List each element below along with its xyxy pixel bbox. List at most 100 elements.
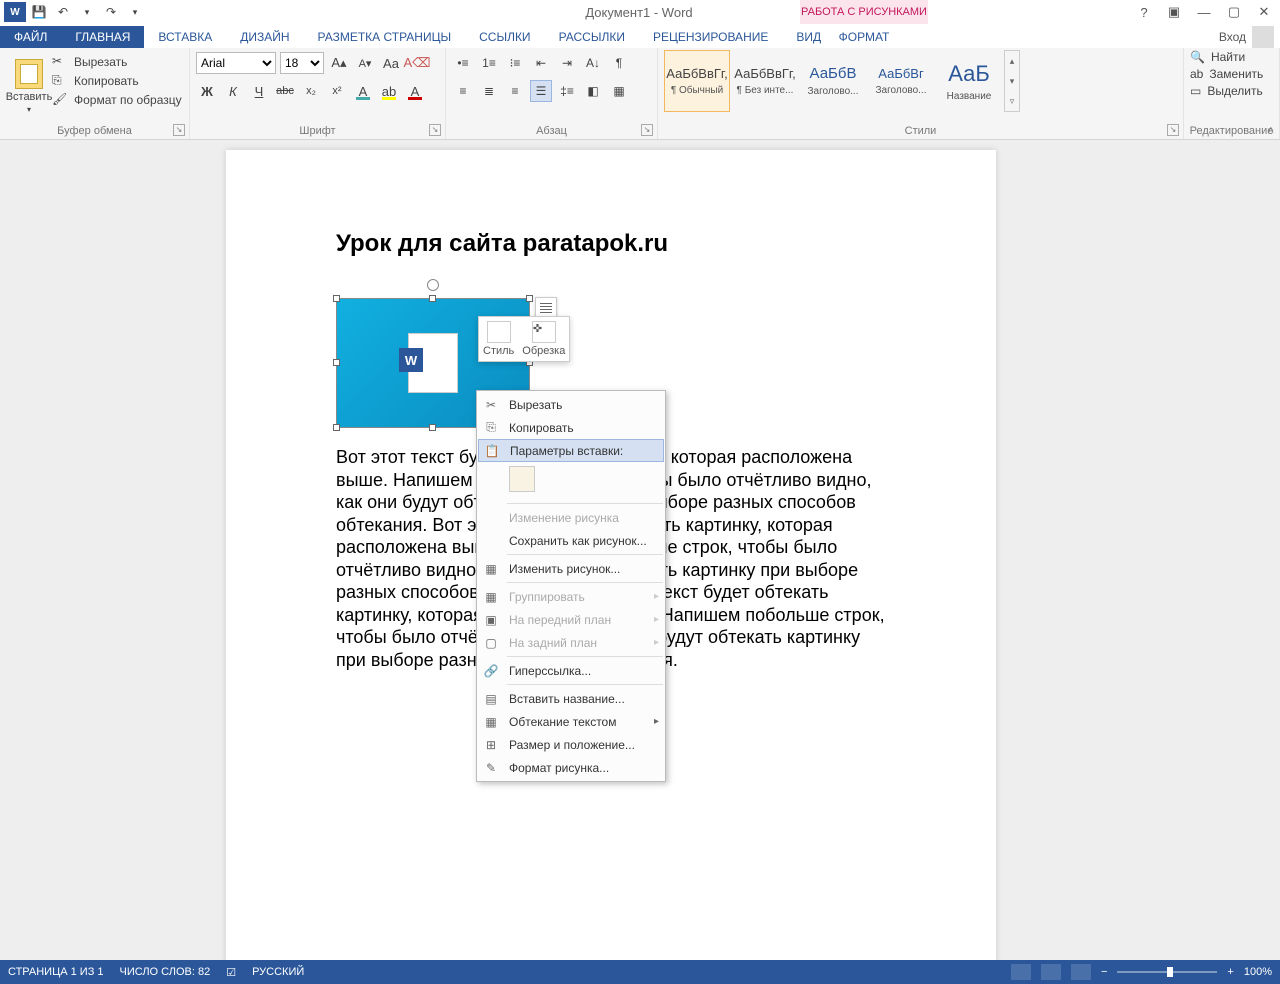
status-page[interactable]: СТРАНИЦА 1 ИЗ 1 (8, 966, 104, 978)
numbering-icon[interactable]: 1≡ (478, 52, 500, 74)
select-button[interactable]: ▭Выделить (1190, 84, 1273, 98)
align-left-icon[interactable]: ≡ (452, 80, 474, 102)
collapse-ribbon-icon[interactable]: ˄ (1268, 125, 1274, 137)
save-icon[interactable]: 💾 (28, 2, 50, 22)
style-no-spacing[interactable]: АаБбВвГг,¶ Без инте... (732, 50, 798, 112)
borders-icon[interactable]: ▦ (608, 80, 630, 102)
minimize-icon[interactable]: — (1192, 2, 1216, 22)
tab-insert[interactable]: ВСТАВКА (144, 26, 226, 48)
styles-scroll[interactable]: ▴▾▿ (1004, 50, 1020, 112)
ctx-save-as-picture[interactable]: Сохранить как рисунок... (477, 529, 665, 552)
status-language[interactable]: РУССКИЙ (252, 966, 304, 978)
tab-review[interactable]: РЕЦЕНЗИРОВАНИЕ (639, 26, 782, 48)
help-icon[interactable]: ? (1132, 2, 1156, 22)
undo-more-icon[interactable]: ▾ (76, 2, 98, 22)
tab-format[interactable]: ФОРМАТ (800, 26, 928, 48)
styles-launcher-icon[interactable]: ↘ (1167, 124, 1179, 136)
tab-file[interactable]: ФАЙЛ (0, 26, 61, 48)
tab-design[interactable]: ДИЗАЙН (226, 26, 303, 48)
shrink-font-icon[interactable]: A▾ (354, 52, 376, 74)
align-right-icon[interactable]: ≡ (504, 80, 526, 102)
redo-icon[interactable]: ↷ (100, 2, 122, 22)
tab-mailings[interactable]: РАССЫЛКИ (545, 26, 639, 48)
login-link[interactable]: Вход (1219, 30, 1246, 44)
resize-handle[interactable] (333, 295, 340, 302)
subscript-button[interactable]: x₂ (300, 80, 322, 102)
ctx-sep (507, 554, 663, 555)
strikethrough-button[interactable]: abc (274, 80, 296, 102)
zoom-in-icon[interactable]: + (1227, 966, 1233, 978)
change-case-icon[interactable]: Aa (380, 52, 402, 74)
style-heading1[interactable]: АаБбВЗаголово... (800, 50, 866, 112)
ctx-hyperlink[interactable]: 🔗Гиперссылка... (477, 659, 665, 682)
paste-keep-formatting-icon[interactable] (509, 466, 535, 492)
ctx-edit-picture[interactable]: ▦Изменить рисунок... (477, 557, 665, 580)
format-painter-button[interactable]: 🖌Формат по образцу (52, 92, 182, 108)
shading-icon[interactable]: ◧ (582, 80, 604, 102)
ctx-size-position[interactable]: ⊞Размер и положение... (477, 733, 665, 756)
maximize-icon[interactable]: ▢ (1222, 2, 1246, 22)
align-center-icon[interactable]: ≣ (478, 80, 500, 102)
copy-button[interactable]: ⎘Копировать (52, 73, 182, 89)
font-color-icon[interactable]: A (404, 80, 426, 102)
tab-page-layout[interactable]: РАЗМЕТКА СТРАНИЦЫ (304, 26, 466, 48)
ctx-cut[interactable]: ✂Вырезать (477, 393, 665, 416)
replace-button[interactable]: abЗаменить (1190, 67, 1273, 81)
style-title[interactable]: АаБНазвание (936, 50, 1002, 112)
cut-button[interactable]: ✂Вырезать (52, 54, 182, 70)
resize-handle[interactable] (333, 359, 340, 366)
user-avatar-icon[interactable] (1252, 26, 1274, 48)
qat-customize-icon[interactable]: ▾ (124, 2, 146, 22)
zoom-slider[interactable] (1117, 971, 1217, 973)
text-effects-icon[interactable]: A (352, 80, 374, 102)
show-marks-icon[interactable]: ¶ (608, 52, 630, 74)
zoom-level[interactable]: 100% (1244, 966, 1272, 978)
style-normal[interactable]: АаБбВвГг,¶ Обычный (664, 50, 730, 112)
ctx-copy[interactable]: ⎘Копировать (477, 416, 665, 439)
zoom-out-icon[interactable]: − (1101, 966, 1107, 978)
tab-home[interactable]: ГЛАВНАЯ (61, 26, 144, 48)
tab-references[interactable]: ССЫЛКИ (465, 26, 544, 48)
style-heading2[interactable]: АаБбВгЗаголово... (868, 50, 934, 112)
line-spacing-icon[interactable]: ‡≡ (556, 80, 578, 102)
paste-button[interactable]: Вставить ▾ (6, 52, 52, 121)
highlight-icon[interactable]: ab (378, 80, 400, 102)
bullets-icon[interactable]: •≡ (452, 52, 474, 74)
increase-indent-icon[interactable]: ⇥ (556, 52, 578, 74)
decrease-indent-icon[interactable]: ⇤ (530, 52, 552, 74)
status-word-count[interactable]: ЧИСЛО СЛОВ: 82 (120, 966, 211, 978)
clipboard-launcher-icon[interactable]: ↘ (173, 124, 185, 136)
font-name-select[interactable]: Arial (196, 52, 276, 74)
edit-picture-icon: ▦ (481, 560, 501, 578)
grow-font-icon[interactable]: A▴ (328, 52, 350, 74)
italic-button[interactable]: К (222, 80, 244, 102)
sort-icon[interactable]: A↓ (582, 52, 604, 74)
resize-handle[interactable] (333, 424, 340, 431)
clear-format-icon[interactable]: A⌫ (406, 52, 428, 74)
ribbon-display-icon[interactable]: ▣ (1162, 2, 1186, 22)
multilevel-icon[interactable]: ⁝≡ (504, 52, 526, 74)
resize-handle[interactable] (429, 295, 436, 302)
style-button[interactable]: Стиль (483, 321, 514, 357)
resize-handle[interactable] (526, 295, 533, 302)
bold-button[interactable]: Ж (196, 80, 218, 102)
underline-button[interactable]: Ч (248, 80, 270, 102)
rotate-handle-icon[interactable] (427, 279, 439, 291)
undo-icon[interactable]: ↶ (52, 2, 74, 22)
align-justify-icon[interactable]: ☰ (530, 80, 552, 102)
resize-handle[interactable] (429, 424, 436, 431)
view-read-icon[interactable] (1011, 964, 1031, 980)
ctx-wrap-text[interactable]: ▦Обтекание текстом▸ (477, 710, 665, 733)
status-spellcheck-icon[interactable]: ☑ (226, 966, 236, 979)
superscript-button[interactable]: x² (326, 80, 348, 102)
font-size-select[interactable]: 18 (280, 52, 324, 74)
font-launcher-icon[interactable]: ↘ (429, 124, 441, 136)
view-web-icon[interactable] (1071, 964, 1091, 980)
ctx-insert-caption[interactable]: ▤Вставить название... (477, 687, 665, 710)
find-button[interactable]: 🔍Найти (1190, 50, 1273, 64)
close-icon[interactable]: ✕ (1252, 2, 1276, 22)
crop-button[interactable]: ✜Обрезка (522, 321, 565, 357)
ctx-format-picture[interactable]: ✎Формат рисунка... (477, 756, 665, 779)
view-print-icon[interactable] (1041, 964, 1061, 980)
paragraph-launcher-icon[interactable]: ↘ (641, 124, 653, 136)
